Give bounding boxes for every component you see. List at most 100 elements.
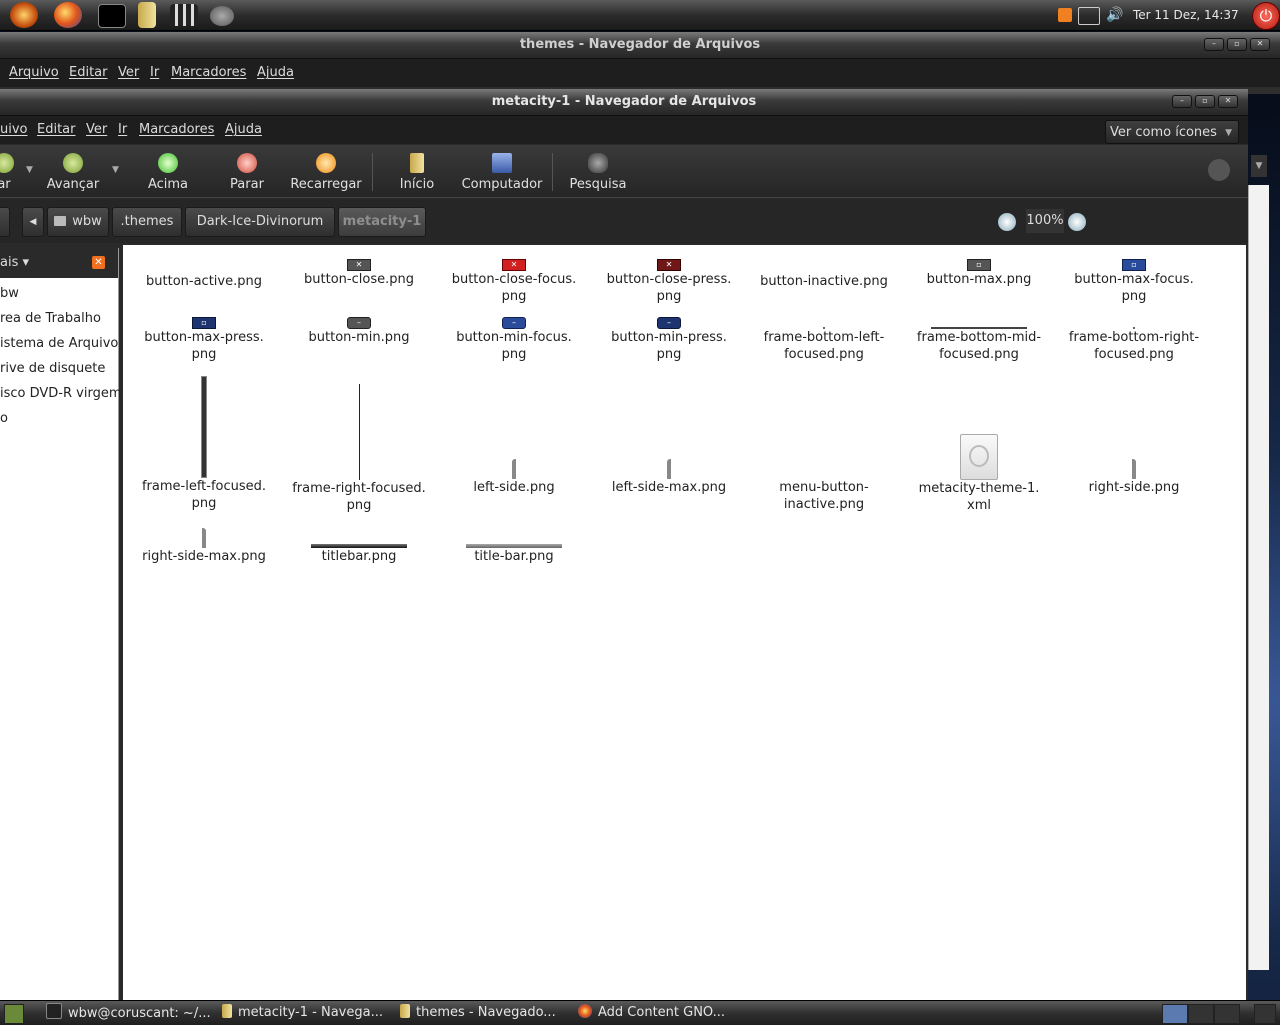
view-mode-select[interactable]: Ver como ícones ▼ bbox=[1105, 120, 1239, 144]
up-button[interactable]: Acima bbox=[142, 149, 194, 192]
file-item[interactable]: ▫ button-max-focus. png bbox=[1059, 259, 1209, 305]
menu-marcadores[interactable]: Marcadores bbox=[139, 122, 214, 137]
close-button[interactable]: ✕ bbox=[1218, 95, 1238, 108]
network-icon[interactable] bbox=[1078, 7, 1100, 25]
zoom-level[interactable]: 100% bbox=[1026, 209, 1064, 233]
file-item[interactable]: ✕ button-close.png bbox=[284, 259, 434, 288]
breadcrumb-themes[interactable]: .themes bbox=[112, 207, 182, 237]
sidebar-item-dvd[interactable]: isco DVD-R virgem bbox=[0, 386, 122, 401]
file-item[interactable]: ✕ button-close-press. png bbox=[594, 259, 744, 305]
file-item[interactable]: ▫ button-max-press. png bbox=[129, 317, 279, 363]
menu-ajuda[interactable]: Ajuda bbox=[257, 65, 294, 80]
file-item[interactable]: metacity-theme-1. xml bbox=[904, 434, 1054, 514]
forward-history-dropdown[interactable]: ▼ bbox=[112, 165, 119, 175]
themes-window-titlebar[interactable]: themes - Navegador de Arquivos – ▫ ✕ bbox=[0, 32, 1280, 59]
maximize-button[interactable]: ▫ bbox=[1227, 38, 1247, 51]
show-desktop-icon[interactable] bbox=[4, 1004, 24, 1024]
firefox-icon[interactable] bbox=[54, 2, 82, 28]
file-item[interactable]: frame-bottom-right- focused.png bbox=[1059, 327, 1209, 363]
volume-icon[interactable]: 🔊 bbox=[1106, 7, 1126, 23]
sidebar-item-home[interactable]: bw bbox=[0, 286, 19, 301]
menu-arquivo[interactable]: uivo bbox=[0, 122, 28, 137]
menu-ver[interactable]: Ver bbox=[86, 122, 107, 137]
breadcrumb-metacity[interactable]: metacity-1 bbox=[338, 207, 426, 237]
zoom-out-icon[interactable] bbox=[998, 213, 1016, 231]
sidebar-item-floppy[interactable]: rive de disquete bbox=[0, 361, 105, 376]
minimize-button[interactable]: – bbox=[1204, 38, 1224, 51]
file-thumbnail bbox=[129, 261, 279, 273]
file-item[interactable]: – button-min-press. png bbox=[594, 317, 744, 363]
gimp-icon[interactable] bbox=[210, 6, 234, 26]
trash-icon[interactable] bbox=[1254, 1004, 1276, 1024]
back-window-scrollbar[interactable]: ▼ bbox=[1248, 155, 1269, 970]
file-icon-view[interactable]: button-active.png ✕ button-close.png ✕ b… bbox=[123, 245, 1246, 1000]
taskbar-themes[interactable]: themes - Navegado... bbox=[400, 1003, 556, 1023]
file-item[interactable]: ✕ button-close-focus. png bbox=[439, 259, 589, 305]
minimize-button[interactable]: – bbox=[1172, 95, 1192, 108]
file-item[interactable]: left-side.png bbox=[439, 459, 589, 496]
metacity-window-titlebar[interactable]: metacity-1 - Navegador de Arquivos – ▫ ✕ bbox=[0, 89, 1248, 116]
maximize-button[interactable]: ▫ bbox=[1195, 95, 1215, 108]
menu-marcadores[interactable]: Marcadores bbox=[171, 65, 246, 80]
workspace-3[interactable] bbox=[1214, 1004, 1240, 1024]
breadcrumb-wbw[interactable]: wbw bbox=[47, 207, 109, 237]
menu-editar[interactable]: Editar bbox=[37, 122, 76, 137]
back-history-dropdown[interactable]: ▼ bbox=[26, 165, 33, 175]
file-item[interactable]: menu-button- inactive.png bbox=[749, 477, 899, 513]
terminal-icon[interactable] bbox=[98, 4, 126, 28]
file-item[interactable]: ▫ button-max.png bbox=[904, 259, 1054, 288]
stop-button[interactable]: Parar bbox=[224, 149, 270, 192]
zoom-in-icon[interactable] bbox=[1068, 213, 1086, 231]
menu-editar[interactable]: Editar bbox=[69, 65, 108, 80]
workspace-2[interactable] bbox=[1188, 1004, 1214, 1024]
sidebar-header: ais ▾ ✕ bbox=[0, 248, 118, 278]
ubuntu-menu-icon[interactable] bbox=[10, 2, 38, 28]
file-item[interactable]: frame-bottom-mid- focused.png bbox=[904, 327, 1054, 363]
breadcrumb-dark-ice[interactable]: Dark-Ice-Divinorum bbox=[185, 207, 335, 237]
sidebar-mode-select[interactable]: ais ▾ bbox=[0, 255, 29, 270]
search-button[interactable]: Pesquisa bbox=[566, 149, 630, 192]
maximize-icon: ▫ bbox=[1122, 259, 1146, 271]
sidebar-item-trash[interactable]: o bbox=[0, 411, 8, 426]
file-item[interactable]: right-side-max.png bbox=[129, 528, 279, 565]
menu-ir[interactable]: Ir bbox=[118, 122, 127, 137]
menu-ir[interactable]: Ir bbox=[150, 65, 159, 80]
sidebar-item-filesystem[interactable]: istema de Arquivo bbox=[0, 336, 118, 351]
menu-ver[interactable]: Ver bbox=[118, 65, 139, 80]
file-item[interactable]: frame-left-focused. png bbox=[129, 376, 279, 512]
forward-button[interactable]: Avançar bbox=[44, 149, 102, 192]
file-item[interactable]: – button-min.png bbox=[284, 317, 434, 346]
file-item[interactable]: title-bar.png bbox=[439, 544, 589, 565]
file-item[interactable]: frame-bottom-left- focused.png bbox=[749, 327, 899, 363]
clock[interactable]: Ter 11 Dez, 14:37 bbox=[1133, 8, 1239, 22]
reload-button[interactable]: Recarregar bbox=[288, 149, 364, 192]
breadcrumb-edge[interactable] bbox=[0, 207, 10, 237]
files-icon[interactable] bbox=[138, 2, 156, 28]
file-item[interactable]: frame-right-focused. png bbox=[284, 384, 434, 514]
menu-ajuda[interactable]: Ajuda bbox=[225, 122, 262, 137]
taskbar-metacity[interactable]: metacity-1 - Navega... bbox=[222, 1003, 383, 1023]
file-item[interactable]: left-side-max.png bbox=[594, 459, 744, 496]
breadcrumb-scroll-left[interactable]: ◀ bbox=[22, 207, 44, 237]
close-button[interactable]: ✕ bbox=[1250, 38, 1270, 51]
files-icon bbox=[400, 1004, 410, 1018]
computer-button[interactable]: Computador bbox=[458, 149, 546, 192]
back-button[interactable]: ar bbox=[0, 149, 16, 192]
file-item[interactable]: – button-min-focus. png bbox=[439, 317, 589, 363]
taskbar-terminal[interactable]: wbw@coruscant: ~/... bbox=[46, 1003, 211, 1023]
taskbar-firefox[interactable]: Add Content GNO... bbox=[578, 1003, 725, 1023]
sidebar-item-desktop[interactable]: rea de Trabalho bbox=[0, 311, 101, 326]
file-item[interactable]: right-side.png bbox=[1059, 459, 1209, 496]
file-item[interactable]: button-active.png bbox=[129, 261, 279, 290]
power-icon[interactable]: ⏻ bbox=[1252, 2, 1280, 30]
file-item[interactable]: button-inactive.png bbox=[749, 261, 899, 290]
video-icon[interactable] bbox=[170, 4, 198, 26]
gnome-foot-icon bbox=[969, 445, 989, 467]
chevron-down-icon[interactable]: ▼ bbox=[1251, 155, 1267, 177]
close-sidebar-icon[interactable]: ✕ bbox=[92, 256, 105, 269]
home-button[interactable]: Início bbox=[396, 149, 438, 192]
workspace-1[interactable] bbox=[1162, 1004, 1188, 1024]
update-notifier-icon[interactable] bbox=[1058, 8, 1072, 22]
menu-arquivo[interactable]: Arquivo bbox=[9, 65, 59, 80]
file-item[interactable]: titlebar.png bbox=[284, 544, 434, 565]
